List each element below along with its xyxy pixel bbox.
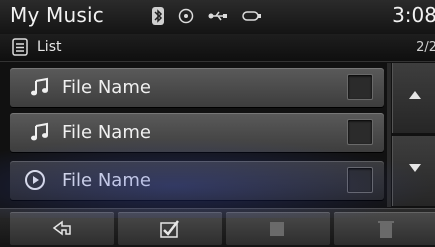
select-checkbox[interactable] [347, 119, 373, 145]
list-icon [12, 38, 28, 60]
list-item[interactable]: File Name [10, 161, 384, 200]
scrollbar[interactable] [387, 63, 391, 207]
music-note-icon [30, 77, 50, 101]
select-checkbox[interactable] [347, 74, 373, 100]
select-checkbox[interactable] [347, 167, 373, 193]
unmark-button[interactable] [226, 212, 330, 245]
list-item[interactable]: File Name [10, 68, 384, 107]
subheader-bar: List 2/2 [0, 34, 435, 62]
bottom-toolbar [0, 208, 435, 247]
file-name: File Name [62, 77, 151, 98]
page-indicator: 2/2 [416, 40, 435, 55]
arrow-down-icon [409, 164, 421, 172]
battery-icon [242, 10, 262, 22]
usb-icon [208, 9, 228, 23]
back-arrow-icon [52, 220, 71, 236]
checkbox-checked-icon [160, 220, 179, 238]
play-circle-icon [24, 169, 46, 195]
trash-icon [378, 221, 394, 238]
scroll-up-button[interactable] [392, 63, 435, 133]
bluetooth-icon [152, 7, 164, 25]
file-name: File Name [62, 170, 151, 191]
music-list-screen: My Music 3:08 List 2/2 File Name File Na… [0, 0, 435, 247]
status-icons [152, 6, 262, 26]
list-item[interactable]: File Name [10, 113, 384, 152]
scroll-down-button[interactable] [392, 136, 435, 206]
page-title: My Music [10, 3, 104, 27]
mark-button[interactable] [118, 212, 222, 245]
clock-time: 3:08 [392, 3, 435, 27]
delete-button[interactable] [334, 212, 435, 245]
back-button[interactable] [10, 212, 114, 245]
list-label: List [37, 39, 62, 55]
file-name: File Name [62, 122, 151, 143]
music-note-icon [30, 122, 50, 146]
disc-icon [178, 8, 194, 24]
arrow-up-icon [409, 91, 421, 99]
checkbox-empty-icon [270, 222, 284, 236]
header-bar: My Music 3:08 [0, 0, 435, 35]
